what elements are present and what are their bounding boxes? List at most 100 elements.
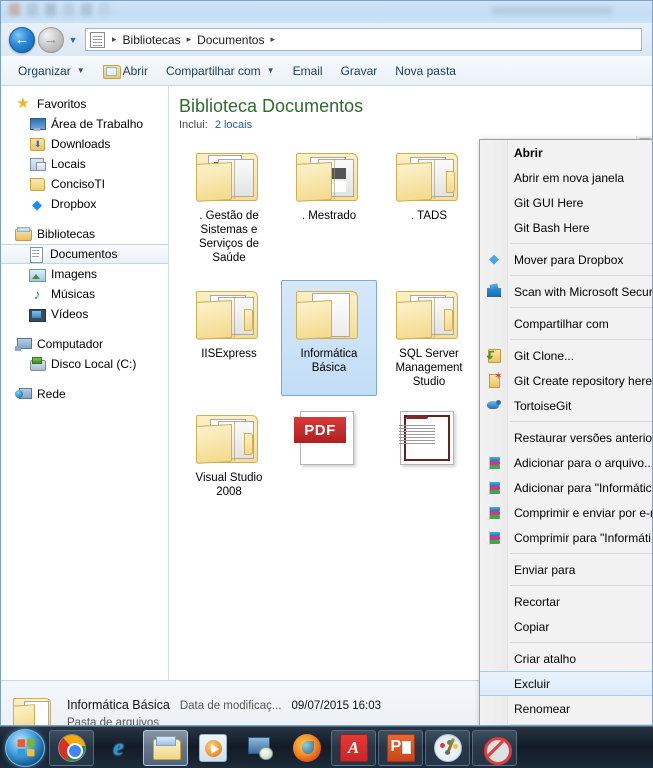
context-menu-item-mover-para-dropbox[interactable]: ◆ Mover para Dropbox [480, 247, 652, 272]
sidebar-item-disco-local-c[interactable]: Disco Local (C:) [1, 354, 168, 374]
window-title-bar [1, 1, 652, 23]
sidebar-item-label: Vídeos [51, 307, 89, 321]
chevron-down-icon[interactable]: ▼ [65, 35, 81, 45]
start-button[interactable] [5, 728, 45, 767]
toolbar-label: Nova pasta [395, 63, 456, 78]
taskbar-button-internet-explorer[interactable]: e [96, 730, 141, 766]
menu-separator [510, 307, 652, 308]
context-menu-item-copiar[interactable]: Copiar [480, 614, 652, 639]
blurred-icon [27, 3, 38, 16]
list-item[interactable]: PDF [281, 404, 377, 506]
menu-item-label: Comprimir e enviar por e-m [514, 505, 653, 520]
taskbar-button-blocked-app[interactable] [472, 729, 517, 766]
sidebar-item-imagens[interactable]: Imagens [1, 264, 168, 284]
network-icon [15, 386, 32, 402]
forward-arrow-icon[interactable]: → [38, 26, 64, 53]
sidebar-item-locais[interactable]: Locais [1, 154, 168, 174]
sidebar-item-favoritos[interactable]: ★ Favoritos [1, 94, 168, 114]
sidebar-item-label: Disco Local (C:) [51, 357, 137, 371]
list-item[interactable]: IISExpress [181, 280, 277, 396]
context-menu-item-abrir[interactable]: Abrir [480, 140, 652, 165]
context-menu-item-git-clone[interactable]: Git Clone... [480, 343, 652, 368]
address-bar[interactable]: ▸ Bibliotecas ▸ Documentos ▸ [85, 28, 642, 51]
list-item[interactable]: SQL Server Management Studio [381, 280, 477, 396]
item-label: . TADS [411, 210, 447, 222]
folder-icon [394, 285, 464, 343]
breadcrumb-separator-icon[interactable]: ▸ [183, 34, 196, 45]
breadcrumb-bibliotecas[interactable]: Bibliotecas [121, 33, 183, 47]
documents-library-icon [28, 246, 44, 263]
taskbar-button-firefox[interactable] [284, 730, 329, 766]
taskbar-button-paint[interactable] [425, 729, 470, 766]
context-menu-item-criar-atalho[interactable]: Criar atalho [480, 646, 652, 671]
sidebar-item-musicas[interactable]: ♪ Músicas [1, 284, 168, 304]
context-menu-item-restaurar-versoes-anteriores[interactable]: Restaurar versões anteriore [480, 425, 652, 450]
toolbar-abrir[interactable]: Abrir [94, 61, 157, 81]
computer-icon [15, 336, 32, 352]
toolbar-compartilhar-com[interactable]: Compartilhar com ▼ [157, 61, 284, 81]
context-menu-item-excluir[interactable]: Excluir [480, 671, 652, 696]
context-menu-item-recortar[interactable]: Recortar [480, 589, 652, 614]
toolbar-organizar[interactable]: Organizar ▼ [9, 61, 94, 81]
navigation-pane: ★ Favoritos Área de Trabalho Downloads L… [1, 86, 169, 680]
sidebar-item-rede[interactable]: Rede [1, 384, 168, 404]
winrar-icon [486, 504, 502, 520]
list-item[interactable]: . Mestrado [281, 142, 377, 272]
details-modified-value: 09/07/2015 16:03 [291, 700, 381, 712]
context-menu-item-scan-with-microsoft-security[interactable]: Scan with Microsoft Securit [480, 279, 652, 304]
sidebar-item-bibliotecas[interactable]: Bibliotecas [1, 224, 168, 244]
context-menu-item-compartilhar-com[interactable]: Compartilhar com [480, 311, 652, 336]
item-label: . Mestrado [301, 210, 357, 222]
context-menu-item-abrir-em-nova-janela[interactable]: Abrir em nova janela [480, 165, 652, 190]
list-item[interactable]: . TADS [381, 142, 477, 272]
list-item[interactable] [381, 404, 477, 506]
sidebar-item-downloads[interactable]: Downloads [1, 134, 168, 154]
breadcrumb-documentos[interactable]: Documentos [195, 33, 266, 47]
winrar-icon [486, 454, 502, 470]
context-menu-item-adicionar-para-o-arquivo[interactable]: Adicionar para o arquivo... [480, 450, 652, 475]
list-item[interactable]: . Gestão de Sistemas e Serviços de Saúde [181, 142, 277, 272]
context-menu-item-adicionar-para-informatica[interactable]: Adicionar para "Informática [480, 475, 652, 500]
list-item[interactable]: Visual Studio 2008 [181, 404, 277, 506]
toolbar-nova-pasta[interactable]: Nova pasta [386, 61, 465, 81]
context-menu-item-git-bash-here[interactable]: Git Bash Here [480, 215, 652, 240]
toolbar-gravar[interactable]: Gravar [332, 61, 387, 81]
sidebar-item-area-de-trabalho[interactable]: Área de Trabalho [1, 114, 168, 134]
sidebar-item-computador[interactable]: Computador [1, 334, 168, 354]
sidebar-item-videos[interactable]: Vídeos [1, 304, 168, 324]
context-menu-item-git-gui-here[interactable]: Git GUI Here [480, 190, 652, 215]
menu-item-label: Git GUI Here [514, 195, 584, 210]
back-arrow-icon[interactable]: ← [9, 26, 35, 53]
context-menu-item-git-create-repository-here[interactable]: Git Create repository here... [480, 368, 652, 393]
folder-icon [194, 147, 264, 205]
taskbar-button-adobe-reader[interactable] [331, 729, 376, 766]
toolbar-email[interactable]: Email [284, 61, 332, 81]
context-menu-item-comprimir-para-informatica[interactable]: Comprimir para "Informáti [480, 525, 652, 550]
dropbox-icon: ◆ [489, 251, 499, 266]
sidebar-item-dropbox[interactable]: ◆ Dropbox [1, 194, 168, 214]
menu-item-label: Compartilhar com [514, 316, 609, 331]
taskbar-button-remote-desktop[interactable] [237, 730, 282, 766]
context-menu-item-comprimir-e-enviar-por-email[interactable]: Comprimir e enviar por e-m [480, 500, 653, 525]
menu-item-label: Git Bash Here [514, 220, 590, 235]
sidebar-item-documentos[interactable]: Documentos [1, 244, 168, 264]
taskbar-button-windows-explorer[interactable] [143, 729, 188, 766]
taskbar-button-chrome[interactable] [49, 729, 94, 766]
breadcrumb-separator-icon[interactable]: ▸ [266, 34, 279, 45]
context-menu-item-enviar-para[interactable]: Enviar para [480, 557, 652, 582]
menu-item-label: Enviar para [514, 562, 576, 577]
taskbar-button-windows-media-player[interactable] [190, 730, 235, 766]
music-library-icon: ♪ [33, 286, 41, 302]
menu-separator [510, 421, 652, 422]
sidebar-item-label: Bibliotecas [37, 227, 96, 241]
taskbar-button-powerpoint[interactable] [378, 729, 423, 766]
nav-group-rede: Rede [1, 384, 168, 404]
navigation-bar: ← → ▼ ▸ Bibliotecas ▸ Documentos ▸ [1, 23, 652, 56]
context-menu-item-tortoisegit[interactable]: TortoiseGit [480, 393, 652, 418]
item-label: Informática Básica [300, 348, 358, 374]
sidebar-item-concisoti[interactable]: ConcisoTI [1, 174, 168, 194]
list-item-selected[interactable]: Informática Básica [281, 280, 377, 396]
context-menu-item-renomear[interactable]: Renomear [480, 696, 652, 721]
folder-icon [394, 147, 464, 205]
includes-locations-link[interactable]: 2 locais [215, 119, 252, 131]
